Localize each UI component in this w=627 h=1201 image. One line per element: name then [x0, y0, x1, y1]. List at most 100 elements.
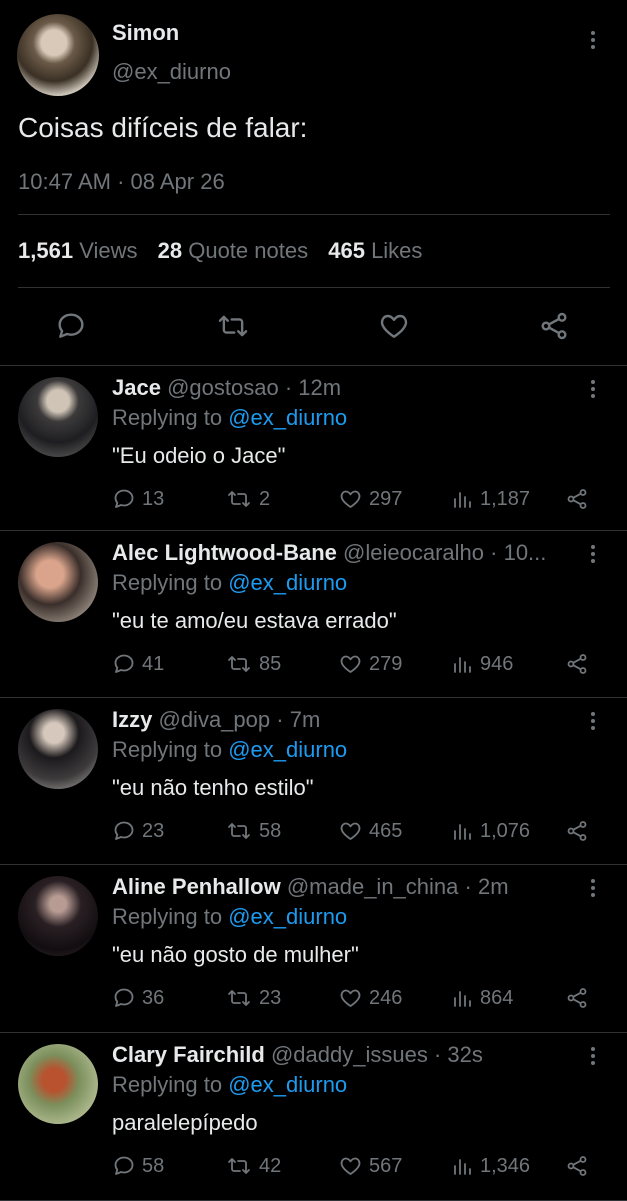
reply-views-button[interactable]: 864	[452, 986, 513, 1010]
more-vertical-icon[interactable]	[589, 545, 597, 563]
reply-share-button[interactable]	[565, 1154, 589, 1178]
reply-time[interactable]: 2m	[478, 874, 509, 899]
avatar[interactable]	[18, 1044, 98, 1124]
more-vertical-icon[interactable]	[589, 712, 597, 730]
like-count: 297	[369, 487, 403, 510]
comment-icon[interactable]	[55, 310, 87, 347]
reply-like-button[interactable]: 246	[338, 986, 402, 1010]
reply-author-handle[interactable]: @daddy_issues	[271, 1042, 428, 1067]
quotes-label: Quote notes	[188, 238, 309, 263]
share-icon	[567, 988, 587, 1008]
reply-time[interactable]: 12m	[298, 375, 341, 400]
avatar[interactable]	[18, 876, 98, 956]
reply-share-button[interactable]	[565, 652, 589, 676]
reply-views-button[interactable]: 1,346	[452, 1154, 530, 1178]
likes-stat[interactable]: 465 Likes	[328, 238, 422, 263]
replying-to-link[interactable]: @ex_diurno	[228, 737, 347, 762]
reply-actions: 41 85 279 946	[112, 652, 592, 680]
quotes-stat[interactable]: 28 Quote notes	[158, 238, 315, 263]
reply-retweet-button[interactable]: 85	[225, 652, 281, 676]
reply-actions: 58 42 567 1,346	[112, 1154, 592, 1182]
share-icon[interactable]	[538, 310, 570, 347]
views-icon	[454, 991, 471, 1007]
more-vertical-icon[interactable]	[589, 31, 597, 49]
reply-tweet[interactable]: Aline Penhallow @made_in_china · 2m Repl…	[0, 864, 627, 1033]
reply-author-handle[interactable]: @gostosao	[167, 375, 279, 400]
replying-to-link[interactable]: @ex_diurno	[228, 405, 347, 430]
reply-time[interactable]: 7m	[290, 707, 321, 732]
reply-header: Izzy @diva_pop · 7m	[112, 707, 572, 733]
reply-author-handle[interactable]: @made_in_china	[287, 874, 459, 899]
reply-time[interactable]: 10...	[504, 540, 547, 565]
reply-like-button[interactable]: 279	[338, 652, 402, 676]
reply-views-button[interactable]: 1,187	[452, 487, 530, 511]
retweet-count: 2	[259, 487, 271, 510]
views-count: 1,346	[480, 1154, 531, 1177]
reply-comment-button[interactable]: 23	[112, 819, 164, 843]
share-icon	[567, 1156, 587, 1176]
more-vertical-icon[interactable]	[589, 879, 597, 897]
views-stat[interactable]: 1,561 Views	[18, 238, 144, 263]
heart-icon[interactable]	[378, 310, 410, 347]
avatar[interactable]	[18, 542, 98, 622]
author-handle[interactable]: @ex_diurno	[112, 59, 231, 85]
reply-header: Clary Fairchild @daddy_issues · 32s	[112, 1042, 572, 1068]
reply-share-button[interactable]	[565, 819, 589, 843]
heart-icon	[340, 989, 361, 1007]
reply-comment-button[interactable]: 13	[112, 487, 164, 511]
more-vertical-icon[interactable]	[589, 380, 597, 398]
replying-to-link[interactable]: @ex_diurno	[228, 1072, 347, 1097]
likes-label: Likes	[371, 238, 423, 263]
reply-like-button[interactable]: 297	[338, 487, 402, 511]
replying-to-link[interactable]: @ex_diurno	[228, 570, 347, 595]
reply-text: "eu não tenho estilo"	[112, 775, 314, 800]
comment-count: 58	[142, 1154, 165, 1177]
reply-retweet-button[interactable]: 2	[225, 487, 270, 511]
reply-retweet-button[interactable]: 58	[225, 819, 281, 843]
reply-share-button[interactable]	[565, 487, 589, 511]
tweet-timestamp[interactable]: 10:47 AM · 08 Apr 26	[18, 169, 225, 195]
avatar[interactable]	[18, 377, 98, 457]
reply-tweet[interactable]: Jace @gostosao · 12m Replying to @ex_diu…	[0, 365, 627, 531]
reply-views-button[interactable]: 1,076	[452, 819, 530, 843]
reply-retweet-button[interactable]: 42	[225, 1154, 281, 1178]
heart-icon	[340, 822, 361, 840]
main-tweet: Simon @ex_diurno Coisas difíceis de fala…	[0, 0, 627, 366]
avatar[interactable]	[18, 709, 98, 789]
like-count: 279	[369, 652, 403, 675]
author-name[interactable]: Simon	[112, 20, 179, 46]
reply-retweet-button[interactable]: 23	[225, 986, 281, 1010]
reply-author-name[interactable]: Jace	[112, 375, 161, 400]
reply-author-handle[interactable]: @diva_pop	[158, 707, 270, 732]
reply-views-button[interactable]: 946	[452, 652, 513, 676]
reply-author-name[interactable]: Clary Fairchild	[112, 1042, 265, 1067]
likes-count: 465	[328, 238, 365, 263]
replying-to-link[interactable]: @ex_diurno	[228, 904, 347, 929]
replying-to-label: Replying to	[112, 405, 223, 430]
reply-text: "Eu odeio o Jace"	[112, 443, 286, 468]
reply-tweet[interactable]: Alec Lightwood-Bane @leieocaralho · 10..…	[0, 530, 627, 698]
reply-comment-button[interactable]: 36	[112, 986, 164, 1010]
reply-tweet[interactable]: Izzy @diva_pop · 7m Replying to @ex_diur…	[0, 697, 627, 865]
views-count: 1,076	[480, 819, 531, 842]
more-vertical-icon[interactable]	[589, 1047, 597, 1065]
reply-author-name[interactable]: Alec Lightwood-Bane	[112, 540, 337, 565]
reply-comment-button[interactable]: 58	[112, 1154, 164, 1178]
reply-actions: 36 23 246 864	[112, 986, 592, 1014]
retweet-icon[interactable]	[216, 310, 250, 347]
reply-author-name[interactable]: Izzy	[112, 707, 152, 732]
reply-time[interactable]: 32s	[447, 1042, 482, 1067]
replying-to-label: Replying to	[112, 737, 223, 762]
reply-share-button[interactable]	[565, 986, 589, 1010]
reply-tweet[interactable]: Clary Fairchild @daddy_issues · 32s Repl…	[0, 1032, 627, 1201]
avatar[interactable]	[17, 14, 99, 96]
reply-author-handle[interactable]: @leieocaralho	[343, 540, 484, 565]
reply-like-button[interactable]: 567	[338, 1154, 402, 1178]
views-count: 1,187	[480, 487, 531, 510]
reply-comment-button[interactable]: 41	[112, 652, 164, 676]
reply-author-name[interactable]: Aline Penhallow	[112, 874, 281, 899]
reply-text: "eu não gosto de mulher"	[112, 942, 359, 967]
quotes-count: 28	[157, 238, 183, 263]
reply-like-button[interactable]: 465	[338, 819, 402, 843]
stats-row: 1,561 Views 28 Quote notes 465 Likes	[18, 238, 422, 264]
